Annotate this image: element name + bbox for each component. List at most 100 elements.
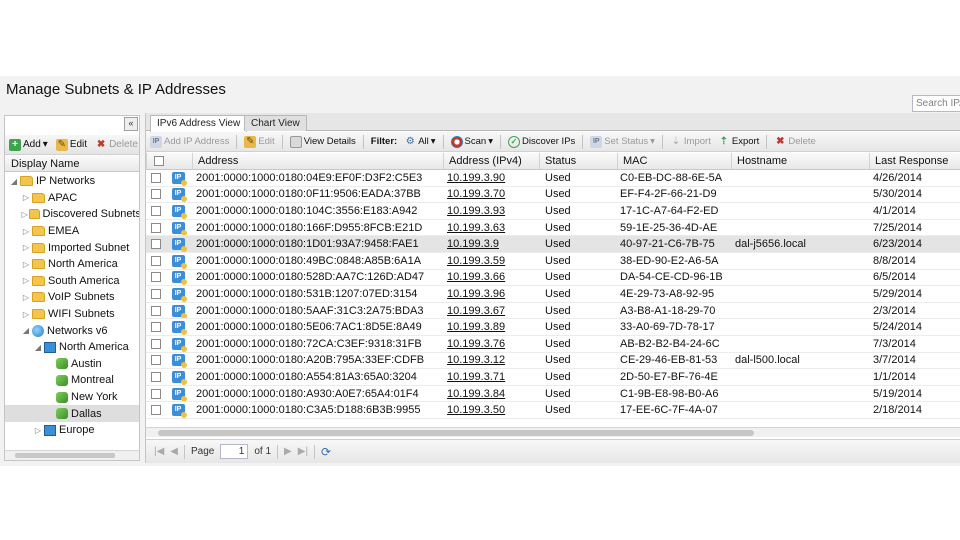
view-details-button[interactable]: View Details [289, 135, 356, 148]
row-checkbox[interactable] [146, 270, 166, 286]
table-row[interactable]: IP 2001:0000:1000:0180:528D:AA7C:126D:AD4… [146, 270, 960, 287]
table-row[interactable]: IP 2001:0000:1000:0180:A554:81A3:65A0:320… [146, 369, 960, 386]
tree-node[interactable]: ▷ VoIP Subnets [5, 289, 139, 306]
column-header-hostname[interactable]: Hostname [731, 153, 869, 169]
expand-arrow-icon[interactable]: ▷ [21, 193, 31, 202]
table-row[interactable]: IP 2001:0000:1000:0180:5AAF:31C3:2A75:BDA… [146, 303, 960, 320]
table-row[interactable]: IP 2001:0000:1000:0180:49BC:0848:A85B:6A1… [146, 253, 960, 270]
column-header-status[interactable]: Status [539, 153, 617, 169]
export-button[interactable]: ⇡ Export [718, 136, 760, 148]
discover-ips-button[interactable]: ✓ Discover IPs [507, 135, 575, 148]
tab-ipv6-address-view[interactable]: IPv6 Address View [150, 115, 248, 132]
tree-node[interactable]: ▷ EMEA [5, 223, 139, 240]
row-checkbox[interactable] [146, 303, 166, 319]
collapse-panel-button[interactable]: « [124, 117, 138, 131]
delete-ip-button[interactable]: ✖ Delete [774, 136, 816, 148]
ipv4-link[interactable]: 10.199.3.90 [447, 172, 505, 184]
table-row[interactable]: IP 2001:0000:1000:0180:166F:D955:8FCB:E21… [146, 220, 960, 237]
row-checkbox[interactable] [146, 386, 166, 402]
tree-node[interactable]: ▷ Discovered Subnets [5, 206, 139, 223]
tree-node[interactable]: ▷ North America [5, 256, 139, 273]
select-all-checkbox[interactable] [146, 153, 166, 169]
tab-chart-view[interactable]: Chart View [244, 115, 307, 131]
tree-node[interactable]: ◢ IP Networks [5, 173, 139, 190]
column-header-address-ipv4[interactable]: Address (IPv4) [443, 153, 539, 169]
last-page-icon[interactable]: ▶| [298, 446, 308, 457]
expand-arrow-icon[interactable]: ▷ [21, 310, 31, 319]
page-number-input[interactable]: 1 [220, 444, 249, 459]
expand-arrow-icon[interactable]: ▷ [21, 293, 31, 302]
edit-ip-button[interactable]: ✎ Edit [244, 135, 275, 148]
ipv4-link[interactable]: 10.199.3.50 [447, 404, 505, 416]
row-checkbox[interactable] [146, 187, 166, 203]
row-checkbox[interactable] [146, 286, 166, 302]
expand-arrow-icon[interactable]: ▷ [21, 243, 31, 252]
row-checkbox[interactable] [146, 369, 166, 385]
row-checkbox[interactable] [146, 402, 166, 418]
tree-node[interactable]: ▷ South America [5, 273, 139, 290]
tree-node[interactable]: Austin [5, 356, 139, 373]
table-row[interactable]: IP 2001:0000:1000:0180:0F11:9506:EADA:37B… [146, 187, 960, 204]
edit-button[interactable]: ✎ Edit [55, 138, 87, 151]
grid-horizontal-scrollbar[interactable] [146, 427, 960, 437]
expand-arrow-icon[interactable]: ▷ [21, 276, 31, 285]
search-input[interactable]: Search IPA [912, 95, 960, 112]
expand-arrow-icon[interactable]: ▷ [21, 260, 31, 269]
table-row[interactable]: IP 2001:0000:1000:0180:1D01:93A7:9458:FAE… [146, 236, 960, 253]
tree-node[interactable]: New York [5, 389, 139, 406]
expand-arrow-icon[interactable]: ▷ [21, 227, 31, 236]
ipv4-link[interactable]: 10.199.3.70 [447, 188, 505, 200]
next-page-icon[interactable]: ▶ [284, 446, 292, 457]
row-checkbox[interactable] [146, 236, 166, 252]
ipv4-link[interactable]: 10.199.3.71 [447, 371, 505, 383]
tree-node[interactable]: ▷ WIFI Subnets [5, 306, 139, 323]
column-header-mac[interactable]: MAC [617, 153, 733, 169]
table-row[interactable]: IP 2001:0000:1000:0180:531B:1207:07ED:315… [146, 286, 960, 303]
row-checkbox[interactable] [146, 336, 166, 352]
tree-header[interactable]: Display Name [5, 156, 139, 172]
ipv4-link[interactable]: 10.199.3.84 [447, 388, 505, 400]
row-checkbox[interactable] [146, 353, 166, 369]
expand-arrow-icon[interactable]: ▷ [33, 426, 43, 435]
tree-node[interactable]: ▷ APAC [5, 190, 139, 207]
ipv4-link[interactable]: 10.199.3.96 [447, 288, 505, 300]
ipv4-link[interactable]: 10.199.3.93 [447, 205, 505, 217]
table-row[interactable]: IP 2001:0000:1000:0180:C3A5:D188:6B3B:995… [146, 402, 960, 419]
table-row[interactable]: IP 2001:0000:1000:0180:72CA:C3EF:9318:31F… [146, 336, 960, 353]
table-row[interactable]: IP 2001:0000:1000:0180:A930:A0E7:65A4:01F… [146, 386, 960, 403]
add-ip-address-button[interactable]: IP Add IP Address [150, 135, 229, 148]
tree-horizontal-scrollbar[interactable] [5, 450, 139, 460]
row-checkbox[interactable] [146, 220, 166, 236]
table-row[interactable]: IP 2001:0000:1000:0180:104C:3556:E183:A94… [146, 203, 960, 220]
table-row[interactable]: IP 2001:0000:1000:0180:A20B:795A:33EF:CDF… [146, 353, 960, 370]
table-row[interactable]: IP 2001:0000:1000:0180:04E9:EF0F:D3F2:C5E… [146, 170, 960, 187]
set-status-button[interactable]: IP Set Status ▾ [590, 135, 655, 148]
refresh-icon[interactable]: ⟳ [321, 445, 331, 459]
table-row[interactable]: IP 2001:0000:1000:0180:5E06:7AC1:8D5E:8A4… [146, 319, 960, 336]
expand-arrow-icon[interactable]: ◢ [21, 326, 31, 335]
tree-node[interactable]: Dallas [5, 405, 139, 422]
ipv4-link[interactable]: 10.199.3.9 [447, 238, 499, 250]
tree-node[interactable]: ▷ Imported Subnet [5, 239, 139, 256]
ipv4-link[interactable]: 10.199.3.66 [447, 271, 505, 283]
column-header-last-response[interactable]: Last Response [869, 153, 960, 169]
add-button[interactable]: + Add ▾ [9, 138, 48, 151]
first-page-icon[interactable]: |◀ [154, 446, 164, 457]
row-checkbox[interactable] [146, 253, 166, 269]
tree-node[interactable]: ◢ Networks v6 [5, 322, 139, 339]
ipv4-link[interactable]: 10.199.3.67 [447, 305, 505, 317]
column-header-address[interactable]: Address [192, 153, 444, 169]
row-checkbox[interactable] [146, 319, 166, 335]
expand-arrow-icon[interactable]: ◢ [9, 177, 19, 186]
filter-dropdown[interactable]: ⚙ All ▾ [404, 136, 436, 148]
expand-arrow-icon[interactable]: ▷ [21, 210, 28, 219]
ipv4-link[interactable]: 10.199.3.76 [447, 338, 505, 350]
delete-button[interactable]: ✖ Delete [95, 139, 138, 151]
scan-button[interactable]: Scan ▾ [450, 135, 493, 148]
expand-arrow-icon[interactable]: ◢ [33, 343, 43, 352]
ipv4-link[interactable]: 10.199.3.63 [447, 222, 505, 234]
tree-node[interactable]: Montreal [5, 372, 139, 389]
import-button[interactable]: ⇣ Import [670, 136, 711, 148]
row-checkbox[interactable] [146, 170, 166, 186]
prev-page-icon[interactable]: ◀ [170, 446, 178, 457]
